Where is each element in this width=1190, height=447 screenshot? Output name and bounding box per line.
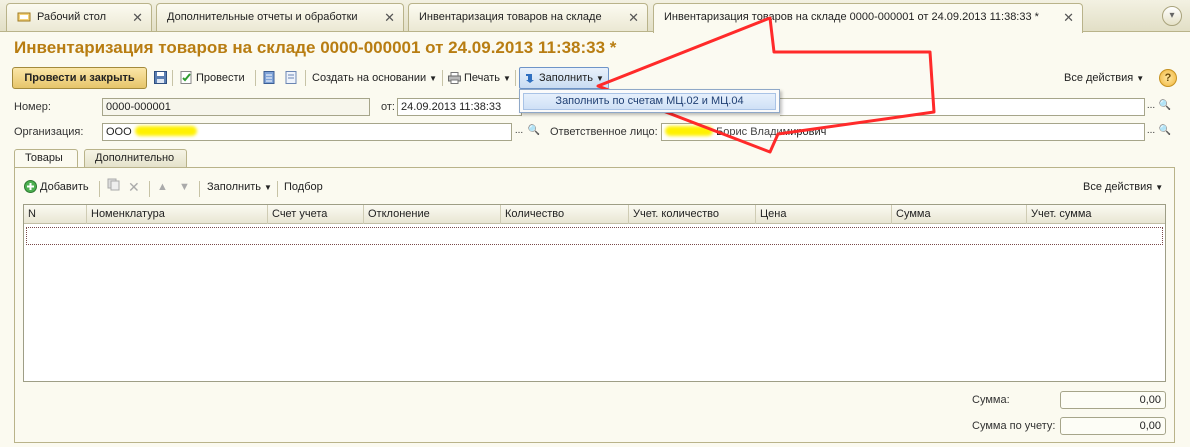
desktop-home-icon (17, 11, 31, 26)
help-button[interactable]: ? (1159, 69, 1177, 87)
tab-inventory-list-label: Инвентаризация товаров на складе (419, 11, 602, 23)
close-icon[interactable]: ✕ (132, 10, 143, 26)
responsible-name: Борис Владимирович (716, 126, 827, 138)
select-ellipsis-button[interactable]: ... (512, 123, 526, 141)
organization-prefix: ООО (106, 126, 132, 138)
tab-desktop-label: Рабочий стол (37, 11, 107, 23)
print-button-label: Печать (464, 72, 501, 84)
table-fill-button[interactable]: Заполнить ▼ (207, 178, 272, 196)
tab-goods[interactable]: Товары (14, 149, 78, 168)
close-icon[interactable]: ✕ (384, 10, 395, 26)
column-header-price[interactable]: Цена (756, 205, 892, 224)
select-ellipsis-button[interactable]: ... (1144, 123, 1158, 141)
printer-icon (448, 70, 461, 92)
save-button[interactable] (154, 67, 170, 89)
post-button[interactable]: Провести (180, 67, 245, 89)
table-all-actions-button[interactable]: Все действия ▼ (1083, 178, 1163, 196)
column-header-nomenclature[interactable]: Номенклатура (87, 205, 268, 224)
document-journal-button[interactable] (263, 67, 278, 89)
tab-additional[interactable]: Дополнительно (84, 149, 187, 167)
chevron-down-icon: ▼ (596, 74, 604, 83)
table-all-actions-label: Все действия (1083, 181, 1153, 193)
chevron-down-icon: ▼ (1136, 74, 1145, 83)
close-icon[interactable]: ✕ (628, 10, 639, 26)
column-header-account[interactable]: Счет учета (268, 205, 364, 224)
print-button[interactable]: Печать ▼ (448, 67, 511, 89)
post-button-label: Провести (196, 72, 245, 84)
chevron-down-icon: ▼ (1155, 183, 1164, 192)
number-label: Номер: (14, 101, 51, 113)
tab-desktop[interactable]: Рабочий стол ✕ (6, 3, 152, 31)
fill-by-accounts-menu-item[interactable]: Заполнить по счетам МЦ.02 и МЦ.04 (523, 93, 776, 110)
responsible-label: Ответственное лицо: (550, 126, 658, 138)
fill-button-label: Заполнить (539, 72, 594, 84)
create-based-on-button[interactable]: Создать на основании ▼ (312, 67, 437, 89)
organization-label: Организация: (14, 126, 84, 138)
acc-sum-field: 0,00 (1060, 417, 1166, 435)
table-row[interactable] (26, 227, 1163, 245)
responsible-field[interactable]: Борис Владимирович (661, 123, 1145, 141)
fill-arrow-icon (524, 71, 536, 91)
warehouse-field[interactable] (780, 98, 1145, 116)
delete-row-icon[interactable]: ✕ (128, 178, 140, 196)
tab-inventory-list[interactable]: Инвентаризация товаров на складе ✕ (408, 3, 648, 31)
close-icon[interactable]: ✕ (1063, 10, 1074, 26)
copy-row-icon[interactable] (107, 178, 120, 196)
selection-button[interactable]: Подбор (284, 178, 323, 196)
journal-icon (263, 70, 275, 92)
acc-sum-label: Сумма по учету: (972, 420, 1056, 432)
all-actions-label: Все действия (1064, 72, 1134, 84)
column-header-acc-sum[interactable]: Учет. сумма (1027, 205, 1165, 224)
tab-inventory-document-label: Инвентаризация товаров на складе 0000-00… (664, 11, 1039, 23)
tabs-menu-chevron-down-icon[interactable]: ▾ (1162, 6, 1182, 26)
column-header-deviation[interactable]: Отклонение (364, 205, 501, 224)
document-icon (285, 70, 297, 92)
organization-field[interactable]: ООО (102, 123, 512, 141)
tab-inventory-document[interactable]: Инвентаризация товаров на складе 0000-00… (653, 3, 1083, 33)
column-header-n[interactable]: N (24, 205, 87, 224)
post-document-icon (180, 70, 193, 92)
select-ellipsis-button[interactable]: ... (1144, 98, 1158, 116)
date-label: от: (381, 101, 395, 113)
add-row-label: Добавить (40, 181, 89, 193)
window-tab-bar: Рабочий стол ✕ Дополнительные отчеты и о… (0, 0, 1190, 33)
goods-table[interactable]: N Номенклатура Счет учета Отклонение Кол… (23, 204, 1166, 382)
fill-button[interactable]: Заполнить ▼ (519, 67, 609, 89)
command-bar: Провести и закрыть Провести Создать на о… (12, 67, 1177, 89)
fill-dropdown-menu: Заполнить по счетам МЦ.02 и МЦ.04 (519, 89, 780, 113)
chevron-down-icon: ▼ (429, 74, 438, 83)
table-header: N Номенклатура Счет учета Отклонение Кол… (24, 205, 1165, 224)
redaction-mark (134, 126, 197, 136)
tab-additional-reports[interactable]: Дополнительные отчеты и обработки ✕ (156, 3, 404, 31)
column-header-quantity[interactable]: Количество (501, 205, 629, 224)
column-header-sum[interactable]: Сумма (892, 205, 1027, 224)
sum-field: 0,00 (1060, 391, 1166, 409)
all-actions-button[interactable]: Все действия ▼ (1064, 67, 1144, 89)
table-fill-label: Заполнить (207, 181, 262, 193)
create-based-on-label: Создать на основании (312, 72, 427, 84)
sum-label: Сумма: (972, 394, 1010, 406)
floppy-disk-icon (154, 70, 167, 92)
page-title: Инвентаризация товаров на складе 0000-00… (14, 38, 617, 57)
chevron-down-icon: ▼ (264, 183, 272, 192)
search-icon[interactable]: 🔍 (527, 123, 541, 141)
search-icon[interactable]: 🔍 (1158, 123, 1172, 141)
move-down-icon[interactable]: ▼ (179, 178, 190, 196)
add-plus-icon (24, 180, 37, 199)
date-field[interactable]: 24.09.2013 11:38:33 (397, 98, 522, 116)
tab-additional-reports-label: Дополнительные отчеты и обработки (167, 11, 358, 23)
move-up-icon[interactable]: ▲ (157, 178, 168, 196)
column-header-acc-quantity[interactable]: Учет. количество (629, 205, 756, 224)
document-structure-button[interactable] (285, 67, 300, 89)
add-row-button[interactable]: Добавить (24, 178, 89, 196)
post-and-close-button[interactable]: Провести и закрыть (12, 67, 147, 89)
redaction-mark (665, 126, 713, 136)
chevron-down-icon: ▼ (503, 74, 511, 83)
search-icon[interactable]: 🔍 (1158, 98, 1172, 116)
number-field[interactable]: 0000-000001 (102, 98, 370, 116)
